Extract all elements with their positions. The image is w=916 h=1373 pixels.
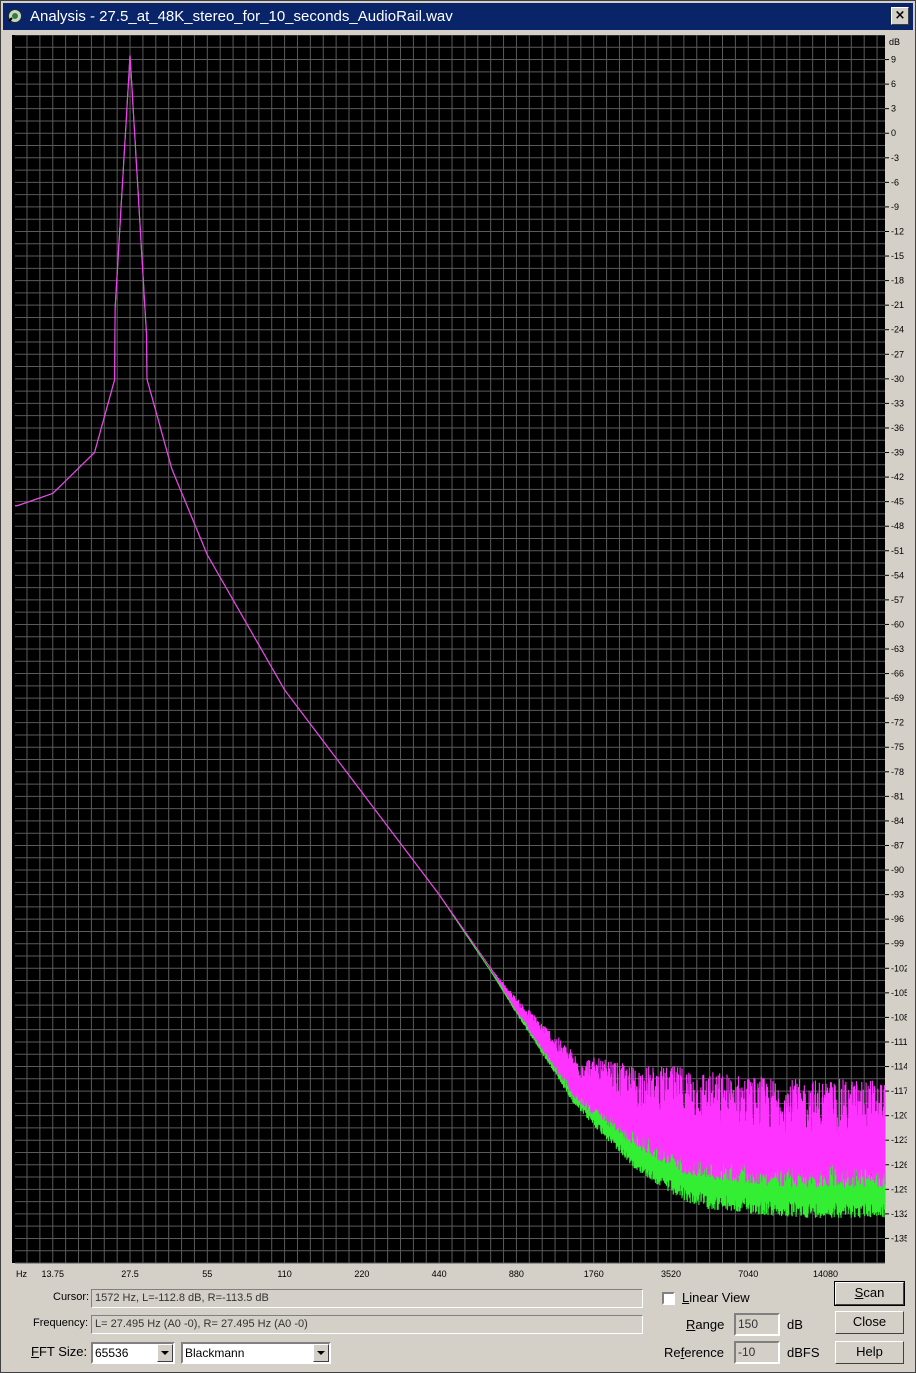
y-tick-label: -129: [891, 1184, 907, 1194]
y-tick-label: 9: [891, 55, 896, 65]
x-tick-label: 7040: [738, 1269, 758, 1279]
x-tick-label: 880: [509, 1269, 524, 1279]
y-tick-label: -18: [891, 276, 904, 286]
y-tick-label: -87: [891, 840, 904, 850]
fft-size-select[interactable]: 65536: [91, 1342, 175, 1364]
y-tick-label: -123: [891, 1135, 907, 1145]
y-tick-label: -36: [891, 423, 904, 433]
y-tick-label: -75: [891, 742, 904, 752]
x-tick-label: 220: [354, 1269, 369, 1279]
x-tick-label: 3520: [661, 1269, 681, 1279]
range-unit: dB: [787, 1317, 803, 1332]
y-tick-label: -30: [891, 374, 904, 384]
fft-size-label: FFT Size:: [31, 1344, 88, 1359]
y-tick-label: -81: [891, 791, 904, 801]
analysis-window: Analysis - 27.5_at_48K_stereo_for_10_sec…: [0, 0, 916, 1373]
y-tick-label: -48: [891, 521, 904, 531]
frequency-label: Frequency:: [33, 1317, 89, 1329]
y-tick-label: -57: [891, 595, 904, 605]
y-tick-label: -63: [891, 644, 904, 654]
x-axis-unit-label: Hz: [16, 1269, 27, 1279]
y-tick-label: -114: [891, 1062, 907, 1072]
x-tick-label: 1760: [584, 1269, 604, 1279]
spectrum-chart: dB 9 6 3 0 -3 -6 -9 -12 -15 -18 -21 -24 -27 -30 -33 -36 -…: [12, 35, 907, 1285]
y-tick-label: -117: [891, 1086, 907, 1096]
close-icon[interactable]: ×: [891, 7, 909, 25]
scan-button[interactable]: Scan: [834, 1281, 905, 1306]
y-tick-label: -132: [891, 1209, 907, 1219]
y-tick-label: -45: [891, 497, 904, 507]
y-axis-panel: [885, 35, 907, 1285]
y-tick-label: -6: [891, 177, 899, 187]
reference-unit: dBFS: [787, 1345, 820, 1360]
y-tick-label: -9: [891, 202, 899, 212]
x-tick-label: 13.75: [41, 1269, 64, 1279]
y-tick-label: -24: [891, 325, 904, 335]
y-tick-label: -135: [891, 1233, 907, 1243]
window-function-value: Blackmann: [185, 1346, 245, 1360]
window-title: Analysis - 27.5_at_48K_stereo_for_10_sec…: [30, 8, 453, 25]
y-tick-label: -42: [891, 472, 904, 482]
linear-view-checkbox[interactable]: [662, 1292, 675, 1305]
y-tick-label: -66: [891, 669, 904, 679]
close-button[interactable]: Close: [835, 1311, 904, 1334]
y-tick-label: -72: [891, 718, 904, 728]
x-axis-panel: [12, 1263, 907, 1285]
y-tick-label: -15: [891, 251, 904, 261]
fft-size-value: 65536: [95, 1346, 129, 1360]
cursor-readout: 1572 Hz, L=-112.8 dB, R=-113.5 dB: [91, 1289, 643, 1308]
y-tick-label: -60: [891, 619, 904, 629]
y-tick-label: -51: [891, 546, 904, 556]
y-tick-label: -105: [891, 988, 907, 998]
y-tick-label: 6: [891, 79, 896, 89]
y-tick-label: -90: [891, 865, 904, 875]
y-tick-label: 0: [891, 128, 896, 138]
y-tick-label: -54: [891, 570, 904, 580]
y-tick-label: -27: [891, 349, 904, 359]
y-tick-label: -99: [891, 939, 904, 949]
y-tick-label: -111: [891, 1037, 907, 1047]
y-tick-label: -78: [891, 767, 904, 777]
title-bar[interactable]: Analysis - 27.5_at_48K_stereo_for_10_sec…: [3, 3, 913, 30]
help-button[interactable]: Help: [835, 1341, 904, 1364]
y-tick-label: -3: [891, 153, 899, 163]
y-tick-label: -12: [891, 226, 904, 236]
y-tick-label: -84: [891, 816, 904, 826]
y-axis-unit-label: dB: [889, 37, 900, 47]
y-tick-label: -69: [891, 693, 904, 703]
y-tick-label: -96: [891, 914, 904, 924]
y-tick-label: 3: [891, 104, 896, 114]
x-tick-label: 110: [277, 1269, 291, 1279]
linear-view-label[interactable]: Linear View: [682, 1290, 750, 1305]
y-tick-label: -21: [891, 300, 904, 310]
spectrum-plot[interactable]: dB 9 6 3 0 -3 -6 -9 -12 -15 -18 -21 -24 -27 -30 -33 -36 -…: [12, 35, 907, 1285]
x-tick-label: 440: [432, 1269, 447, 1279]
y-tick-label: -39: [891, 448, 904, 458]
y-tick-label: -126: [891, 1160, 907, 1170]
y-tick-label: -108: [891, 1012, 907, 1022]
y-tick-label: -33: [891, 398, 904, 408]
frequency-readout: L= 27.495 Hz (A0 -0), R= 27.495 Hz (A0 -…: [91, 1315, 643, 1334]
range-label: Range: [686, 1317, 725, 1332]
y-tick-label: -120: [891, 1111, 907, 1121]
cursor-label: Cursor:: [53, 1291, 90, 1303]
y-tick-label: -102: [891, 963, 907, 973]
reference-input[interactable]: -10: [734, 1341, 780, 1364]
x-tick-label: 27.5: [121, 1269, 139, 1279]
x-tick-label: 14080: [813, 1269, 838, 1279]
chevron-down-icon[interactable]: [313, 1344, 329, 1362]
x-tick-label: 55: [202, 1269, 212, 1279]
window-function-select[interactable]: Blackmann: [181, 1342, 331, 1364]
chevron-down-icon[interactable]: [157, 1344, 173, 1362]
app-icon: [8, 9, 22, 23]
reference-label: Reference: [664, 1345, 724, 1360]
range-input[interactable]: 150: [734, 1313, 780, 1336]
y-tick-label: -93: [891, 890, 904, 900]
